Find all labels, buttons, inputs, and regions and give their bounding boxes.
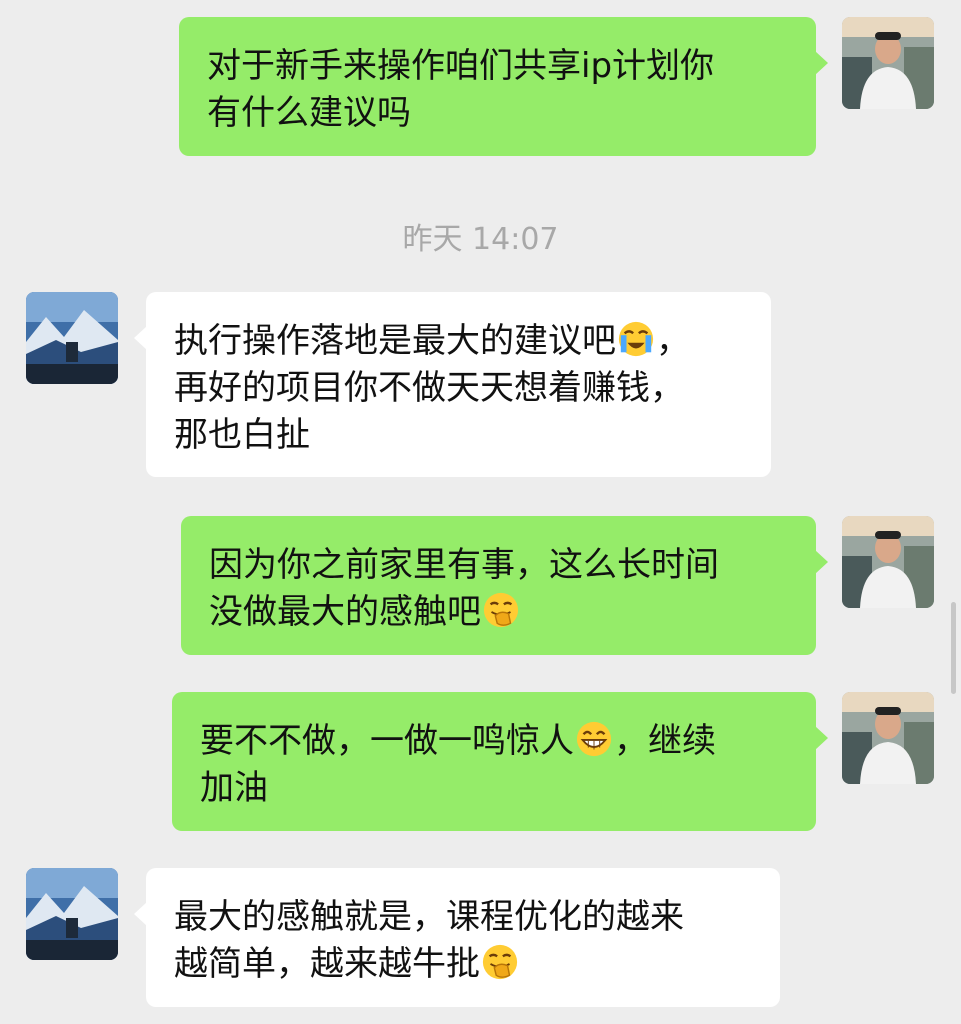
scrollbar-thumb[interactable]	[951, 602, 956, 694]
message-bubble-sent[interactable]: 对于新手来操作咱们共享ip计划你 有什么建议吗	[179, 17, 828, 156]
message-text: 最大的感触就是，课程优化的越来	[174, 897, 684, 937]
message-text: 执行操作落地是最大的建议吧	[174, 321, 616, 361]
chat-view: 对于新手来操作咱们共享ip计划你 有什么建议吗 昨天 14:07 执行操作落地是…	[0, 0, 961, 1024]
my-avatar[interactable]	[842, 692, 934, 784]
message-text: 加油	[200, 768, 268, 808]
person-photo-icon	[842, 516, 934, 608]
message-bubble-received[interactable]: 最大的感触就是，课程优化的越来 越简单，越来越牛批	[134, 868, 780, 1007]
message-text: 有什么建议吗	[207, 93, 411, 133]
message-line: 执行操作落地是最大的建议吧 ，	[174, 318, 743, 365]
message-text: 对于新手来操作咱们共享ip计划你	[207, 46, 715, 86]
mountain-landscape-icon	[26, 868, 118, 960]
face-with-hand-over-mouth-icon	[482, 591, 520, 629]
message-bubble-sent[interactable]: 要不不做，一做一鸣惊人 ，继续 加油	[172, 692, 828, 831]
message-line: 要不不做，一做一鸣惊人 ，继续	[200, 718, 788, 765]
face-with-hand-over-mouth-icon	[481, 943, 519, 981]
message-text: 没做最大的感触吧	[209, 592, 481, 632]
grinning-face-with-smiling-eyes-icon	[575, 720, 613, 758]
loudly-crying-face-icon	[617, 320, 655, 358]
my-avatar[interactable]	[842, 516, 934, 608]
contact-avatar[interactable]	[26, 292, 118, 384]
mountain-landscape-icon	[26, 292, 118, 384]
message-bubble-sent[interactable]: 因为你之前家里有事，这么长时间 没做最大的感触吧	[181, 516, 828, 655]
timestamp: 昨天 14:07	[402, 222, 559, 257]
person-photo-icon	[842, 17, 934, 109]
message-text: ，继续	[614, 721, 716, 761]
message-text: 那也白扯	[174, 415, 310, 455]
person-photo-icon	[842, 692, 934, 784]
message-text: 再好的项目你不做天天想着赚钱，	[174, 368, 684, 408]
message-text: 越简单，越来越牛批	[174, 944, 480, 984]
contact-avatar[interactable]	[26, 868, 118, 960]
message-line: 越简单，越来越牛批	[174, 941, 752, 988]
message-text: 要不不做，一做一鸣惊人	[200, 721, 574, 761]
message-line: 没做最大的感触吧	[209, 589, 788, 636]
message-bubble-received[interactable]: 执行操作落地是最大的建议吧 ， 再好的项目你不做天天想着赚钱， 那也白扯	[134, 292, 771, 477]
message-text: ，	[656, 321, 690, 361]
my-avatar[interactable]	[842, 17, 934, 109]
message-text: 因为你之前家里有事，这么长时间	[209, 545, 719, 585]
